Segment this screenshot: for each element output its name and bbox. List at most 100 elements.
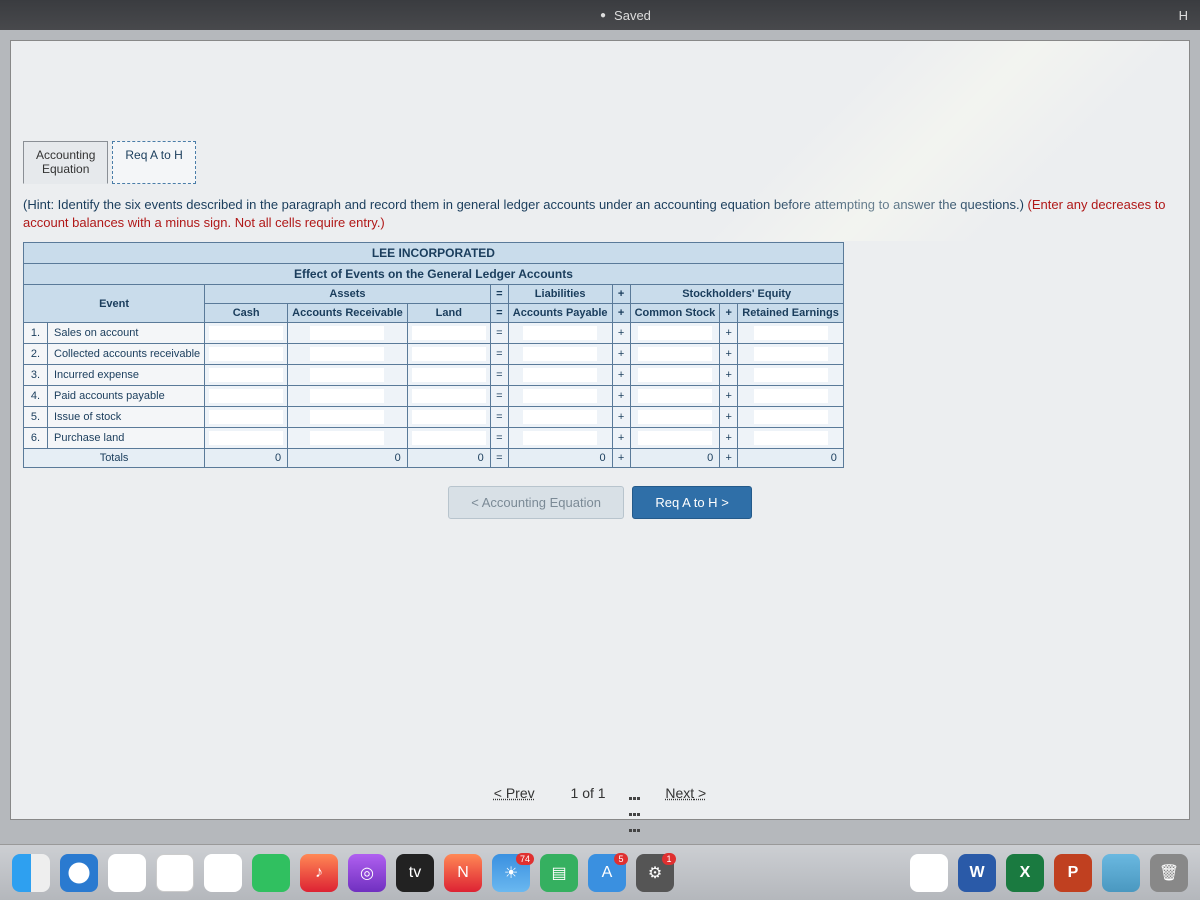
cell-ar[interactable] [288, 365, 408, 386]
cell-cs[interactable] [630, 365, 720, 386]
dock-word-icon[interactable]: W [958, 854, 996, 892]
cell-cash[interactable] [205, 344, 288, 365]
input-re[interactable] [754, 410, 828, 424]
worksheet-panel: Accounting Equation Req A to H (Hint: Id… [10, 40, 1190, 820]
dock-finder-icon[interactable] [12, 854, 50, 892]
dock-weather-icon[interactable]: ☀ [492, 854, 530, 892]
cell-cs[interactable] [630, 407, 720, 428]
dock-messages-icon[interactable] [252, 854, 290, 892]
cell-ar[interactable] [288, 407, 408, 428]
cell-land[interactable] [407, 407, 490, 428]
dock-calendar-icon[interactable]: 5 [156, 854, 194, 892]
cell-ap[interactable] [508, 407, 612, 428]
dock-chrome-icon[interactable]: ◉ [910, 854, 948, 892]
input-re[interactable] [754, 347, 828, 361]
pager-next[interactable]: Next > [665, 785, 706, 801]
input-cash[interactable] [209, 368, 283, 382]
cell-land[interactable] [407, 386, 490, 407]
cell-cash[interactable] [205, 365, 288, 386]
input-ap[interactable] [523, 326, 597, 340]
subnav-prev-button[interactable]: < Accounting Equation [448, 486, 624, 519]
cell-ar[interactable] [288, 323, 408, 344]
dock-photos-icon[interactable]: ✿ [108, 854, 146, 892]
input-re[interactable] [754, 431, 828, 445]
cell-cash[interactable] [205, 428, 288, 449]
input-ap[interactable] [523, 431, 597, 445]
cell-cs[interactable] [630, 344, 720, 365]
input-land[interactable] [412, 347, 486, 361]
input-land[interactable] [412, 431, 486, 445]
input-ar[interactable] [310, 389, 384, 403]
input-ar[interactable] [310, 410, 384, 424]
input-land[interactable] [412, 389, 486, 403]
input-cs[interactable] [638, 389, 712, 403]
cell-ap[interactable] [508, 323, 612, 344]
dock-excel-icon[interactable]: X [1006, 854, 1044, 892]
dock-tv-icon[interactable]: tv [396, 854, 434, 892]
cell-ap[interactable] [508, 365, 612, 386]
cell-land[interactable] [407, 344, 490, 365]
dock-news-icon[interactable]: N [444, 854, 482, 892]
tab-req-a-to-h[interactable]: Req A to H [112, 141, 195, 184]
cell-land[interactable] [407, 428, 490, 449]
cell-re[interactable] [738, 386, 844, 407]
cell-re[interactable] [738, 428, 844, 449]
dock-music-icon[interactable]: ♪ [300, 854, 338, 892]
cell-re[interactable] [738, 344, 844, 365]
cell-re[interactable] [738, 407, 844, 428]
input-cs[interactable] [638, 410, 712, 424]
dock-numbers-icon[interactable]: ▤ [540, 854, 578, 892]
input-re[interactable] [754, 368, 828, 382]
cell-re[interactable] [738, 323, 844, 344]
cell-ar[interactable] [288, 386, 408, 407]
input-land[interactable] [412, 368, 486, 382]
input-cash[interactable] [209, 431, 283, 445]
dock-safari-icon[interactable] [60, 854, 98, 892]
input-re[interactable] [754, 389, 828, 403]
cell-ap[interactable] [508, 344, 612, 365]
input-ar[interactable] [310, 326, 384, 340]
pager-prev[interactable]: < Prev [494, 785, 535, 801]
dock-powerpoint-icon[interactable]: P [1054, 854, 1092, 892]
input-ap[interactable] [523, 410, 597, 424]
cell-cs[interactable] [630, 323, 720, 344]
pager-grid-icon[interactable] [627, 787, 641, 801]
input-ap[interactable] [523, 368, 597, 382]
tab-accounting-equation[interactable]: Accounting Equation [23, 141, 108, 184]
dock-trash-icon[interactable]: 🗑 [1150, 854, 1188, 892]
dock-appstore-icon[interactable]: A [588, 854, 626, 892]
cell-cash[interactable] [205, 407, 288, 428]
cell-land[interactable] [407, 323, 490, 344]
cell-ar[interactable] [288, 428, 408, 449]
dock-downloads-icon[interactable] [1102, 854, 1140, 892]
dock-reminders-icon[interactable] [204, 854, 242, 892]
input-ar[interactable] [310, 431, 384, 445]
input-ar[interactable] [310, 368, 384, 382]
cell-ap[interactable] [508, 428, 612, 449]
input-cash[interactable] [209, 347, 283, 361]
cell-cs[interactable] [630, 428, 720, 449]
cell-re[interactable] [738, 365, 844, 386]
input-land[interactable] [412, 410, 486, 424]
dock-podcasts-icon[interactable]: ◎ [348, 854, 386, 892]
input-cash[interactable] [209, 389, 283, 403]
cell-cash[interactable] [205, 386, 288, 407]
cell-ar[interactable] [288, 344, 408, 365]
subnav-next-button[interactable]: Req A to H > [632, 486, 751, 519]
input-cs[interactable] [638, 347, 712, 361]
cell-cash[interactable] [205, 323, 288, 344]
input-cash[interactable] [209, 326, 283, 340]
cell-land[interactable] [407, 365, 490, 386]
input-ar[interactable] [310, 347, 384, 361]
cell-cs[interactable] [630, 386, 720, 407]
input-ap[interactable] [523, 389, 597, 403]
dock-settings-icon[interactable]: ⚙ [636, 854, 674, 892]
input-cs[interactable] [638, 368, 712, 382]
input-cash[interactable] [209, 410, 283, 424]
cell-ap[interactable] [508, 386, 612, 407]
input-cs[interactable] [638, 431, 712, 445]
input-ap[interactable] [523, 347, 597, 361]
input-cs[interactable] [638, 326, 712, 340]
input-land[interactable] [412, 326, 486, 340]
input-re[interactable] [754, 326, 828, 340]
